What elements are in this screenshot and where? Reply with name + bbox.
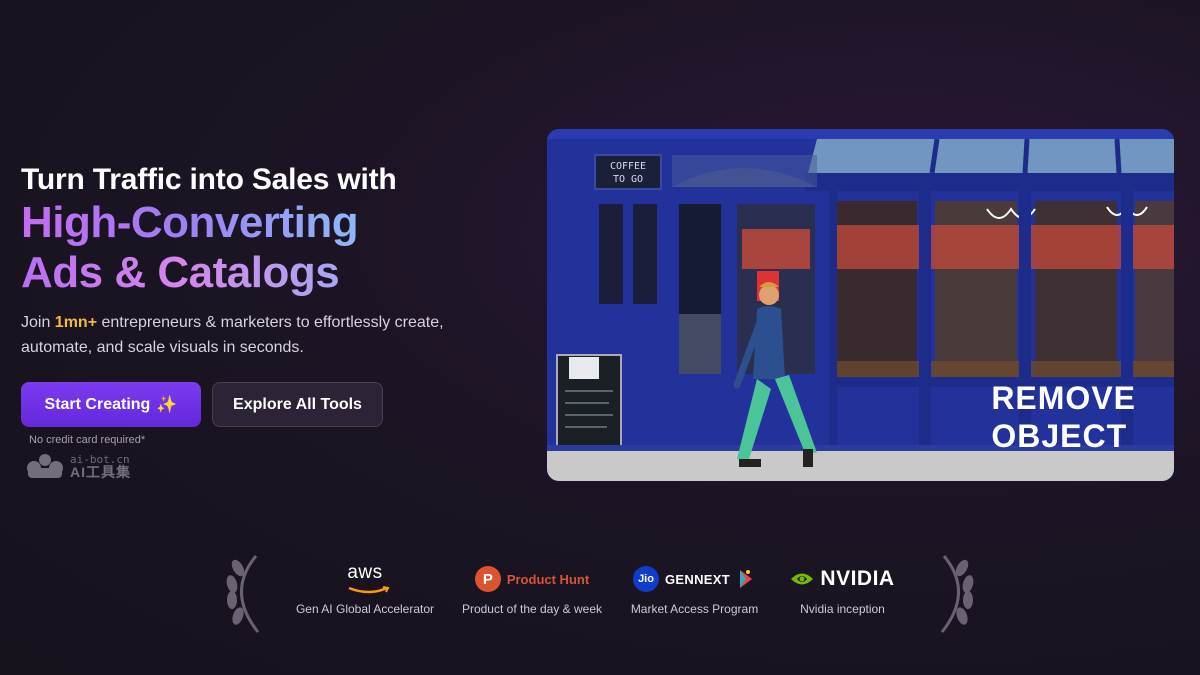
headline-line-1: Turn Traffic into Sales with [21, 163, 397, 196]
overlay-line-1: REMOVE [991, 380, 1136, 416]
laurel-left-icon [226, 555, 260, 633]
headline-line-2: High-Converting [21, 198, 359, 247]
storefront-sign-line-1: COFFEE [610, 161, 646, 172]
hero-text-block: Turn Traffic into Sales with High-Conver… [21, 162, 521, 446]
aws-smile-icon [348, 586, 390, 594]
aws-logo-text: aws [347, 562, 383, 583]
watermark: ai-bot.cn AI工具集 [26, 452, 131, 480]
aws-logo-icon: aws [290, 562, 440, 596]
nvidia-eye-icon [791, 573, 814, 585]
start-creating-button[interactable]: Start Creating ✨ [21, 382, 201, 427]
product-hunt-logo-text: Product Hunt [506, 571, 590, 587]
award-caption-product-hunt: Product of the day & week [461, 602, 603, 616]
laurel-right-icon [940, 555, 974, 633]
award-jio-gennext: Jio GENNEXT Market Access Program [622, 562, 767, 616]
remove-object-overlay: REMOVE OBJECT [991, 379, 1136, 455]
watermark-name: AI工具集 [70, 464, 131, 480]
product-hunt-icon: P [474, 566, 501, 592]
gennext-arrow-icon [739, 570, 752, 588]
award-caption-jio: Market Access Program [630, 602, 759, 616]
award-nvidia: NVIDIA Nvidia inception [780, 562, 905, 616]
jio-icon: Jio [633, 566, 660, 592]
hero-demo-image: COFFEE TO GO REMOVE OBJECT [547, 129, 1174, 481]
award-aws: aws Gen AI Global Accelerator [290, 562, 440, 616]
award-caption-nvidia: Nvidia inception [800, 602, 885, 616]
explore-all-tools-button[interactable]: Explore All Tools [212, 382, 383, 427]
subtitle-prefix: Join [21, 314, 55, 331]
headline: Turn Traffic into Sales with High-Conver… [21, 162, 521, 298]
award-product-hunt: P Product Hunt Product of the day & week [457, 562, 607, 616]
no-credit-card-note: No credit card required* [29, 434, 146, 446]
watermark-logo-icon [27, 454, 63, 478]
start-creating-label: Start Creating [44, 395, 151, 413]
headline-line-3: Ads & Catalogs [21, 248, 340, 297]
overlay-line-2: OBJECT [991, 418, 1128, 454]
gennext-logo-text: GENNEXT [665, 571, 730, 587]
awards-strip: aws Gen AI Global Accelerator P Product … [220, 550, 980, 640]
award-caption-aws: Gen AI Global Accelerator [295, 602, 435, 616]
cta-row: Start Creating ✨ Explore All Tools [21, 382, 521, 427]
hero-subtitle: Join 1mn+ entrepreneurs & marketers to e… [21, 310, 491, 360]
user-count-highlight: 1mn+ [54, 314, 98, 331]
sparkle-icon: ✨ [156, 394, 178, 414]
nvidia-logo-text: NVIDIA [820, 567, 895, 590]
storefront-sign-line-2: TO GO [613, 174, 643, 185]
